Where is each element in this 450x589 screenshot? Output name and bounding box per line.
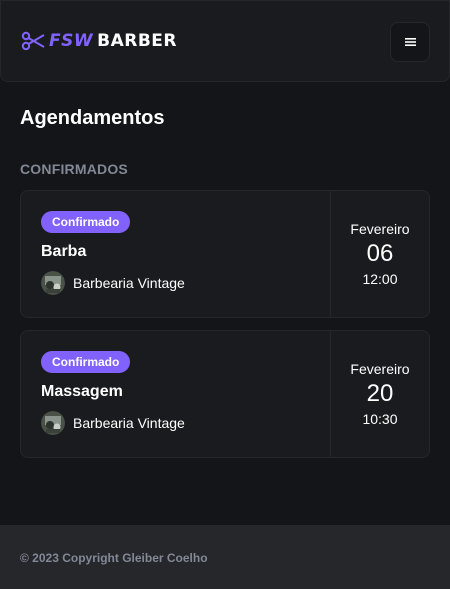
barbershop-avatar [41, 271, 65, 295]
copyright-text: © 2023 Copyright Gleiber Coelho [20, 551, 208, 565]
booking-month: Fevereiro [350, 361, 410, 377]
section-title-confirmed: CONFIRMADOS [20, 161, 128, 177]
logo[interactable]: FSW BARBER [21, 31, 177, 51]
service-name: Massagem [41, 383, 123, 400]
app-header: FSW BARBER [0, 0, 450, 82]
booking-details: Confirmado Barba Barbearia Vintage [21, 191, 330, 317]
barbershop-avatar [41, 411, 65, 435]
barbershop-info: Barbearia Vintage [41, 411, 310, 435]
booking-time: 10:30 [362, 411, 398, 427]
page-title: Agendamentos [20, 107, 165, 129]
logo-name: BARBER [97, 31, 177, 51]
booking-time: 12:00 [362, 271, 398, 287]
footer: © 2023 Copyright Gleiber Coelho [0, 525, 450, 589]
menu-button[interactable] [390, 22, 430, 62]
booking-details: Confirmado Massagem Barbearia Vintage [21, 331, 330, 457]
bookings-page: FSW BARBER Agendamentos CONFIRMADOS Conf… [0, 0, 450, 589]
scissors-icon [21, 31, 45, 51]
status-badge: Confirmado [41, 211, 131, 233]
hamburger-menu-icon [404, 38, 416, 46]
barbershop-name: Barbearia Vintage [73, 275, 185, 291]
barbershop-info: Barbearia Vintage [41, 271, 310, 295]
logo-prefix: FSW [49, 31, 94, 51]
booking-card[interactable]: Confirmado Massagem Barbearia Vintage Fe… [20, 330, 430, 458]
booking-day: 06 [366, 240, 394, 267]
booking-date: Fevereiro 20 10:30 [330, 331, 429, 457]
booking-day: 20 [366, 380, 394, 407]
booking-month: Fevereiro [350, 221, 410, 237]
service-name: Barba [41, 243, 87, 260]
status-badge: Confirmado [41, 351, 131, 373]
barbershop-name: Barbearia Vintage [73, 415, 185, 431]
booking-card[interactable]: Confirmado Barba Barbearia Vintage Fever… [20, 190, 430, 318]
booking-date: Fevereiro 06 12:00 [330, 191, 429, 317]
